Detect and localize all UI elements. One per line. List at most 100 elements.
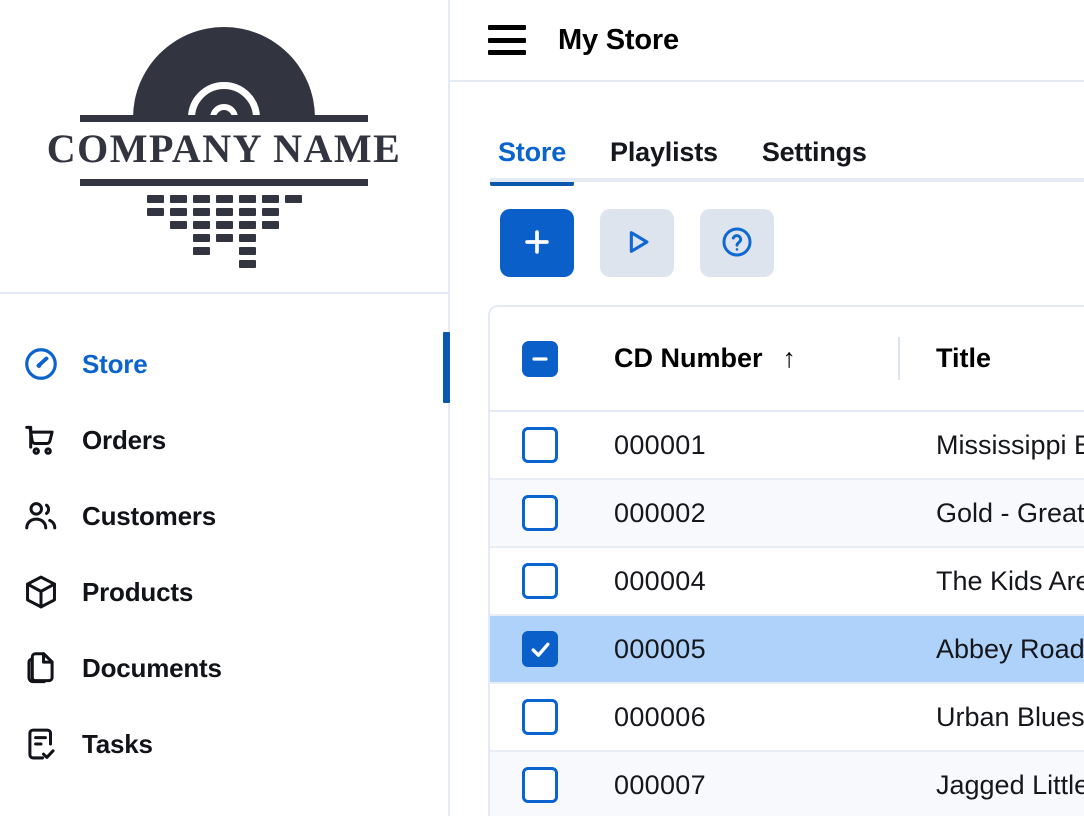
equalizer-cell: [262, 208, 279, 216]
equalizer-cell: [170, 208, 187, 216]
play-button[interactable]: [600, 209, 674, 277]
hamburger-icon[interactable]: [488, 25, 526, 55]
equalizer-cell: [147, 208, 164, 216]
sidebar-item-store[interactable]: Store: [0, 338, 448, 390]
equalizer-cell: [193, 195, 210, 203]
table-body: 000001 Mississippi Blues 000002 Gold - G…: [490, 411, 1084, 816]
equalizer-cell: [170, 234, 187, 242]
cell-title: Abbey Road: [900, 615, 1084, 683]
sidebar-item-label: Products: [82, 577, 193, 608]
equalizer-cell: [216, 247, 233, 255]
sidebar-item-tasks[interactable]: Tasks: [0, 718, 448, 770]
equalizer-cell: [216, 208, 233, 216]
cell-title: Urban Blues: [900, 683, 1084, 751]
cart-icon: [22, 421, 60, 459]
sidebar-item-customers[interactable]: Customers: [0, 490, 448, 542]
equalizer-row: [38, 208, 410, 216]
equalizer-cell: [170, 221, 187, 229]
equalizer-cell: [147, 221, 164, 229]
cell-title: Mississippi Blues: [900, 411, 1084, 479]
equalizer-cell: [262, 247, 279, 255]
toolbar: [450, 182, 1084, 277]
row-select-cell: [490, 615, 614, 683]
table-row[interactable]: 000001 Mississippi Blues: [490, 411, 1084, 479]
main-content: My Store Store Playlists Settings: [450, 0, 1084, 816]
sort-ascending-icon: ↑: [783, 345, 797, 372]
logo-rule-top: [80, 115, 368, 122]
tab-label: Settings: [762, 137, 867, 167]
equalizer-cell: [170, 247, 187, 255]
tab-label: Store: [498, 137, 566, 167]
logo-company-name: COMPANY NAME: [38, 125, 410, 173]
sidebar-item-label: Customers: [82, 501, 216, 532]
cd-table-container: CD Number ↑ Title: [488, 305, 1084, 816]
select-all-header: [490, 307, 614, 411]
top-header: My Store: [450, 0, 1084, 82]
column-header-cd-number[interactable]: CD Number ↑: [614, 307, 900, 411]
table-row[interactable]: 000002 Gold - Greatest Hits: [490, 479, 1084, 547]
equalizer-row: [38, 260, 410, 268]
column-divider: [898, 337, 900, 380]
equalizer-row: [38, 221, 410, 229]
tab-store[interactable]: Store: [490, 137, 574, 182]
app-root: COMPANY NAME Store: [0, 0, 1084, 816]
sidebar-resize-handle[interactable]: [443, 332, 450, 403]
select-all-checkbox[interactable]: [522, 341, 558, 377]
equalizer-cell: [216, 195, 233, 203]
task-list-icon: [22, 725, 60, 763]
row-select-cell: [490, 411, 614, 479]
column-header-title[interactable]: Title: [900, 307, 1084, 411]
equalizer-cell: [147, 234, 164, 242]
play-icon: [620, 225, 654, 262]
row-checkbox[interactable]: [522, 699, 558, 735]
equalizer-cell: [216, 221, 233, 229]
sidebar-item-label: Documents: [82, 653, 222, 684]
equalizer-cell: [285, 195, 302, 203]
cell-cd-number: 000005: [614, 615, 900, 683]
row-select-cell: [490, 751, 614, 816]
equalizer-cell: [193, 247, 210, 255]
cell-cd-number: 000007: [614, 751, 900, 816]
equalizer-cell: [285, 260, 302, 268]
equalizer-row: [38, 247, 410, 255]
table-row-selected[interactable]: 000005 Abbey Road: [490, 615, 1084, 683]
table-row[interactable]: 000006 Urban Blues: [490, 683, 1084, 751]
equalizer-cell: [285, 234, 302, 242]
tab-label: Playlists: [610, 137, 718, 167]
equalizer-cell: [239, 221, 256, 229]
row-select-cell: [490, 683, 614, 751]
sidebar-item-label: Tasks: [82, 729, 153, 760]
equalizer-cell: [285, 247, 302, 255]
vinyl-record-icon: [133, 27, 315, 118]
equalizer-cell: [239, 260, 256, 268]
equalizer-cell: [216, 260, 233, 268]
tab-settings[interactable]: Settings: [754, 137, 875, 182]
sidebar-item-orders[interactable]: Orders: [0, 414, 448, 466]
row-checkbox[interactable]: [522, 631, 558, 667]
equalizer-cell: [147, 195, 164, 203]
row-select-cell: [490, 479, 614, 547]
cell-title: Gold - Greatest Hits: [900, 479, 1084, 547]
sidebar-item-products[interactable]: Products: [0, 566, 448, 618]
equalizer-cell: [262, 195, 279, 203]
row-checkbox[interactable]: [522, 495, 558, 531]
equalizer-cell: [262, 221, 279, 229]
cell-title: Jagged Little Pill: [900, 751, 1084, 816]
equalizer-cell: [170, 260, 187, 268]
sidebar-item-label: Orders: [82, 425, 166, 456]
tab-playlists[interactable]: Playlists: [602, 137, 726, 182]
help-button[interactable]: [700, 209, 774, 277]
sidebar-item-documents[interactable]: Documents: [0, 642, 448, 694]
equalizer-cell: [262, 234, 279, 242]
table-row[interactable]: 000004 The Kids Are Alright: [490, 547, 1084, 615]
add-button[interactable]: [500, 209, 574, 277]
cell-cd-number: 000001: [614, 411, 900, 479]
row-checkbox[interactable]: [522, 427, 558, 463]
equalizer-cell: [147, 247, 164, 255]
table-row[interactable]: 000007 Jagged Little Pill: [490, 751, 1084, 816]
logo-rule-bottom: [80, 179, 368, 186]
equalizer-row: [38, 195, 410, 203]
row-checkbox[interactable]: [522, 563, 558, 599]
row-checkbox[interactable]: [522, 767, 558, 803]
equalizer-cell: [170, 195, 187, 203]
